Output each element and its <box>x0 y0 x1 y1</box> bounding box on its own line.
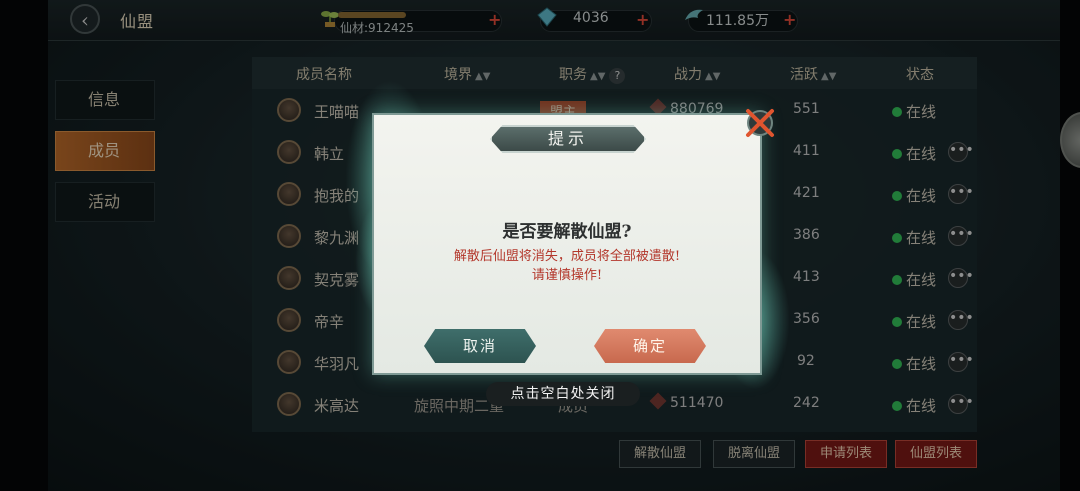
dialog-caution: 请谨慎操作! <box>531 268 603 283</box>
close-icon[interactable] <box>742 105 778 141</box>
dialog-warning: 解散后仙盟将消失，成员将全部被遣散! <box>453 249 681 264</box>
tap-to-close-hint: 点击空白处关闭 <box>486 382 640 406</box>
cancel-button[interactable]: 取消 <box>424 329 536 363</box>
dialog-question: 是否要解散仙盟? <box>502 222 632 242</box>
dialog-title: 提示 <box>490 125 646 153</box>
confirm-button[interactable]: 确定 <box>594 329 706 363</box>
